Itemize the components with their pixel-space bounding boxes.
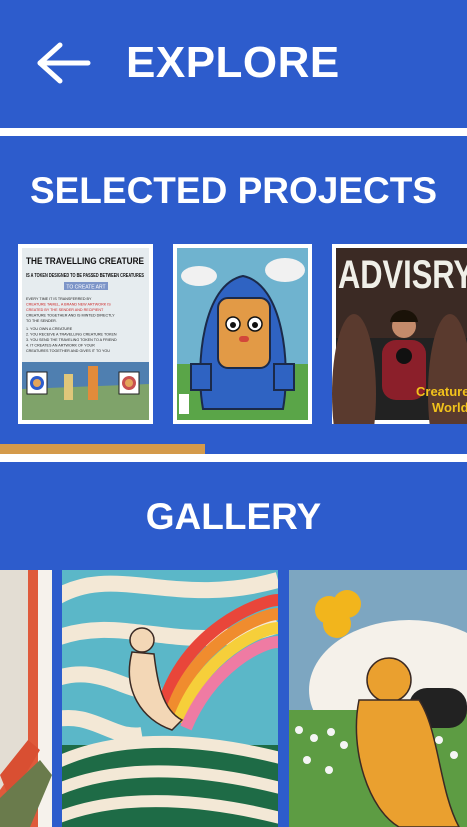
divider (0, 454, 467, 462)
project-card-body-line: CREATED BY THE SENDER AND RECIPIENT (26, 308, 104, 312)
divider (0, 128, 467, 136)
project-card-creature-portrait[interactable] (173, 244, 312, 424)
project-card-body-line: TO THE SENDER. (26, 319, 57, 323)
project-card-subtitle: IS A TOKEN DESIGNED TO BE PASSED BETWEEN… (26, 273, 144, 279)
project-card-travelling-creature[interactable]: THE TRAVELLING CREATURE IS A TOKEN DESIG… (18, 244, 153, 424)
project-card-body-line: 2. YOU RECEIVE A TRAVELLING CREATURE TOK… (26, 333, 117, 337)
project-card-body-line: CREATURES TOGETHER AND GIVES IT TO YOU (26, 349, 110, 353)
project-card-title: THE TRAVELLING CREATURE (26, 256, 144, 267)
project-card-title: ADVISRY (338, 253, 467, 297)
project-card-body-line: CREATURE TOGETHER AND IS MINTED DIRECTLY (26, 314, 115, 318)
arrow-left-icon (37, 42, 91, 84)
app-header: EXPLORE (0, 0, 467, 128)
project-card-caption: Creature (416, 384, 467, 399)
gallery-item-1[interactable] (0, 570, 52, 827)
projects-scroll-progress (0, 444, 206, 454)
gallery-item-3[interactable] (289, 570, 467, 827)
project-card-body-line: EVERY TIME IT IS TRANSFERRED BY (26, 297, 92, 301)
project-card-caption: World (432, 400, 467, 415)
project-card-body-line: 3. YOU SEND THE TRAVELING TOKEN TO A FRI… (26, 338, 117, 342)
projects-scroll-track[interactable] (0, 444, 467, 454)
project-card-advisry[interactable]: ADVISRY Creature World (332, 244, 467, 424)
section-heading-selected-projects: SELECTED PROJECTS (29, 170, 438, 211)
section-heading-gallery: GALLERY (145, 496, 322, 537)
project-card-note: TO CREATE ART (66, 285, 105, 291)
page-title: EXPLORE (126, 38, 340, 87)
gallery-item-2[interactable] (62, 570, 278, 827)
back-button[interactable] (34, 42, 92, 84)
project-card-body-line: CREATURE TAMEL, A BRAND NEW ARTWORK IS (26, 303, 111, 307)
project-card-body-line: 4. IT CREATES AN ARTWORK OF YOUR (26, 344, 95, 348)
project-card-body-line: 1. YOU OWN A CREATURE (26, 327, 73, 331)
